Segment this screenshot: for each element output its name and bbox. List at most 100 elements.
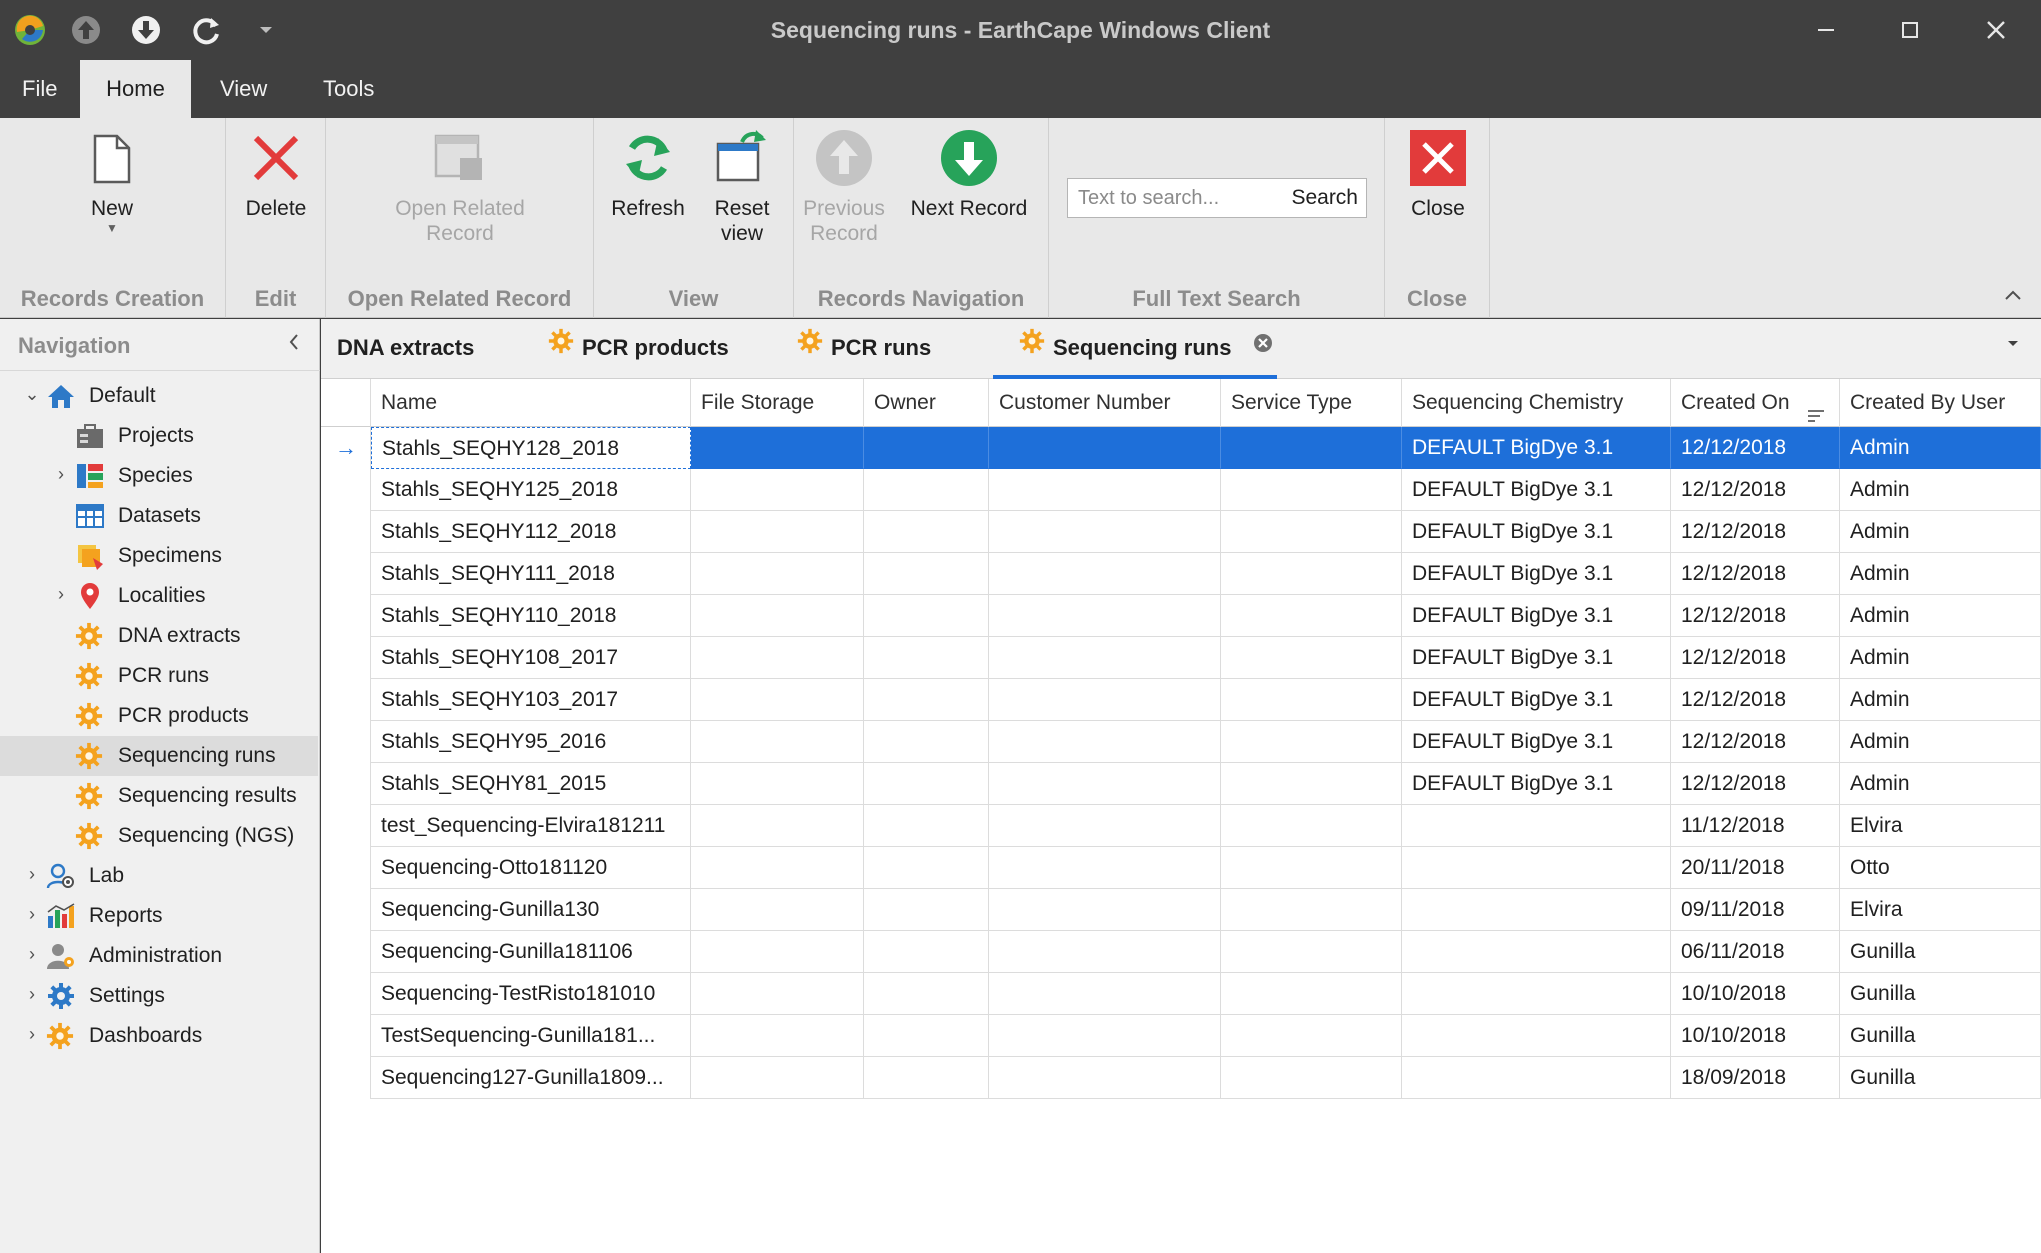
row-indicator[interactable] bbox=[321, 595, 371, 637]
table-row[interactable]: Stahls_SEQHY81_2015 DEFAULT BigDye 3.1 12/… bbox=[321, 763, 2041, 805]
table-cell[interactable]: 12/12/2018 bbox=[1671, 721, 1840, 763]
table-cell[interactable]: Admin bbox=[1840, 637, 2041, 679]
table-cell[interactable]: DEFAULT BigDye 3.1 bbox=[1402, 679, 1671, 721]
row-indicator[interactable] bbox=[321, 931, 371, 973]
table-cell[interactable]: 10/10/2018 bbox=[1671, 973, 1840, 1015]
table-cell[interactable]: Stahls_SEQHY81_2015 bbox=[371, 763, 691, 805]
table-cell[interactable] bbox=[691, 847, 864, 889]
nav-item-lab[interactable]: › Lab bbox=[0, 856, 318, 896]
nav-item-administration[interactable]: › Administration bbox=[0, 936, 318, 976]
table-cell[interactable]: Admin bbox=[1840, 553, 2041, 595]
menu-tab-tools[interactable]: Tools bbox=[301, 60, 396, 118]
table-cell[interactable] bbox=[1402, 973, 1671, 1015]
chevron-down-icon[interactable]: ⌄ bbox=[22, 384, 42, 405]
table-row[interactable]: Stahls_SEQHY112_2018 DEFAULT BigDye 3.1 12… bbox=[321, 511, 2041, 553]
row-indicator[interactable] bbox=[321, 805, 371, 847]
nav-item-sequencing-ngs[interactable]: Sequencing (NGS) bbox=[0, 816, 318, 856]
table-cell[interactable] bbox=[1221, 1057, 1402, 1099]
table-cell[interactable] bbox=[864, 721, 989, 763]
table-cell[interactable] bbox=[1402, 889, 1671, 931]
column-header-created-by-user[interactable]: Created By User bbox=[1840, 379, 2041, 427]
table-cell[interactable] bbox=[691, 763, 864, 805]
table-cell[interactable]: test_Sequencing-Elvira181211 bbox=[371, 805, 691, 847]
table-cell[interactable] bbox=[989, 1057, 1221, 1099]
open-related-record-button[interactable]: Open Related Record bbox=[370, 128, 550, 246]
table-cell[interactable] bbox=[1221, 931, 1402, 973]
maximize-button[interactable] bbox=[1880, 10, 1940, 50]
table-cell[interactable] bbox=[864, 595, 989, 637]
table-row[interactable]: TestSequencing-Gunilla181... 10/10/2018 Gu… bbox=[321, 1015, 2041, 1057]
table-cell[interactable] bbox=[989, 553, 1221, 595]
column-header-created-on[interactable]: Created On bbox=[1671, 379, 1840, 427]
table-cell[interactable] bbox=[989, 679, 1221, 721]
nav-item-reports[interactable]: › Reports bbox=[0, 896, 318, 936]
table-cell[interactable] bbox=[691, 1057, 864, 1099]
chevron-right-icon[interactable]: › bbox=[51, 584, 71, 605]
search-button[interactable]: Search bbox=[1291, 186, 1358, 210]
table-cell[interactable]: Stahls_SEQHY111_2018 bbox=[371, 553, 691, 595]
table-cell[interactable] bbox=[864, 511, 989, 553]
table-cell[interactable] bbox=[864, 805, 989, 847]
row-indicator[interactable] bbox=[321, 637, 371, 679]
nav-item-projects[interactable]: Projects bbox=[0, 416, 318, 456]
table-cell[interactable]: DEFAULT BigDye 3.1 bbox=[1402, 721, 1671, 763]
table-row[interactable]: Sequencing127-Gunilla1809... 18/09/2018 Gu… bbox=[321, 1057, 2041, 1099]
table-cell[interactable] bbox=[989, 469, 1221, 511]
table-cell[interactable]: Stahls_SEQHY112_2018 bbox=[371, 511, 691, 553]
table-cell[interactable] bbox=[1402, 847, 1671, 889]
table-cell[interactable]: 12/12/2018 bbox=[1671, 427, 1840, 469]
table-row[interactable]: Stahls_SEQHY125_2018 DEFAULT BigDye 3.1 12… bbox=[321, 469, 2041, 511]
table-cell[interactable]: Stahls_SEQHY103_2017 bbox=[371, 679, 691, 721]
table-cell[interactable] bbox=[1221, 511, 1402, 553]
table-cell[interactable] bbox=[691, 931, 864, 973]
table-cell[interactable]: Admin bbox=[1840, 763, 2041, 805]
nav-item-sequencing-runs[interactable]: Sequencing runs bbox=[0, 736, 318, 776]
table-cell[interactable] bbox=[864, 931, 989, 973]
table-cell[interactable] bbox=[1221, 637, 1402, 679]
table-cell[interactable]: Elvira bbox=[1840, 889, 2041, 931]
table-cell[interactable] bbox=[691, 973, 864, 1015]
table-cell[interactable]: Sequencing-Gunilla130 bbox=[371, 889, 691, 931]
table-row[interactable]: → Stahls_SEQHY128_2018 DEFAULT BigDye 3.1 1… bbox=[321, 427, 2041, 469]
previous-record-button[interactable]: Previous Record bbox=[800, 128, 888, 246]
column-header-service-type[interactable]: Service Type bbox=[1221, 379, 1402, 427]
table-cell[interactable] bbox=[691, 721, 864, 763]
table-row[interactable]: Sequencing-Gunilla181106 06/11/2018 Gunill… bbox=[321, 931, 2041, 973]
table-cell[interactable]: 20/11/2018 bbox=[1671, 847, 1840, 889]
table-cell[interactable] bbox=[864, 553, 989, 595]
table-row[interactable]: Sequencing-Gunilla130 09/11/2018 Elvira bbox=[321, 889, 2041, 931]
table-row[interactable]: Stahls_SEQHY103_2017 DEFAULT BigDye 3.1 12… bbox=[321, 679, 2041, 721]
row-indicator[interactable] bbox=[321, 679, 371, 721]
table-cell[interactable] bbox=[989, 805, 1221, 847]
table-cell[interactable]: DEFAULT BigDye 3.1 bbox=[1402, 427, 1671, 469]
table-cell[interactable] bbox=[989, 595, 1221, 637]
chevron-right-icon[interactable]: › bbox=[22, 864, 42, 885]
table-cell[interactable] bbox=[1402, 1057, 1671, 1099]
table-cell[interactable]: 12/12/2018 bbox=[1671, 679, 1840, 721]
nav-item-pcr-runs[interactable]: PCR runs bbox=[0, 656, 318, 696]
row-indicator[interactable] bbox=[321, 469, 371, 511]
row-indicator[interactable] bbox=[321, 1057, 371, 1099]
table-cell[interactable] bbox=[864, 763, 989, 805]
table-cell[interactable] bbox=[1221, 973, 1402, 1015]
table-cell[interactable]: Admin bbox=[1840, 469, 2041, 511]
column-header-customer-number[interactable]: Customer Number bbox=[989, 379, 1221, 427]
table-cell[interactable] bbox=[1402, 931, 1671, 973]
table-cell[interactable] bbox=[691, 427, 864, 469]
table-cell[interactable] bbox=[691, 889, 864, 931]
table-cell[interactable]: DEFAULT BigDye 3.1 bbox=[1402, 553, 1671, 595]
nav-item-sequencing-results[interactable]: Sequencing results bbox=[0, 776, 318, 816]
nav-item-pcr-products[interactable]: PCR products bbox=[0, 696, 318, 736]
table-cell[interactable] bbox=[1402, 805, 1671, 847]
table-row[interactable]: Stahls_SEQHY108_2017 DEFAULT BigDye 3.1 12… bbox=[321, 637, 2041, 679]
tab-close-button[interactable] bbox=[1252, 318, 1274, 376]
tab-pcr-products[interactable]: PCR products bbox=[548, 319, 729, 379]
table-row[interactable]: Stahls_SEQHY110_2018 DEFAULT BigDye 3.1 12… bbox=[321, 595, 2041, 637]
table-cell[interactable] bbox=[864, 1015, 989, 1057]
row-indicator[interactable]: → bbox=[321, 427, 371, 469]
table-cell[interactable] bbox=[989, 889, 1221, 931]
table-cell[interactable]: Stahls_SEQHY128_2018 bbox=[371, 427, 691, 469]
table-cell[interactable]: Sequencing-TestRisto181010 bbox=[371, 973, 691, 1015]
table-cell[interactable] bbox=[691, 1015, 864, 1057]
column-header-sequencing-chemistry[interactable]: Sequencing Chemistry bbox=[1402, 379, 1671, 427]
